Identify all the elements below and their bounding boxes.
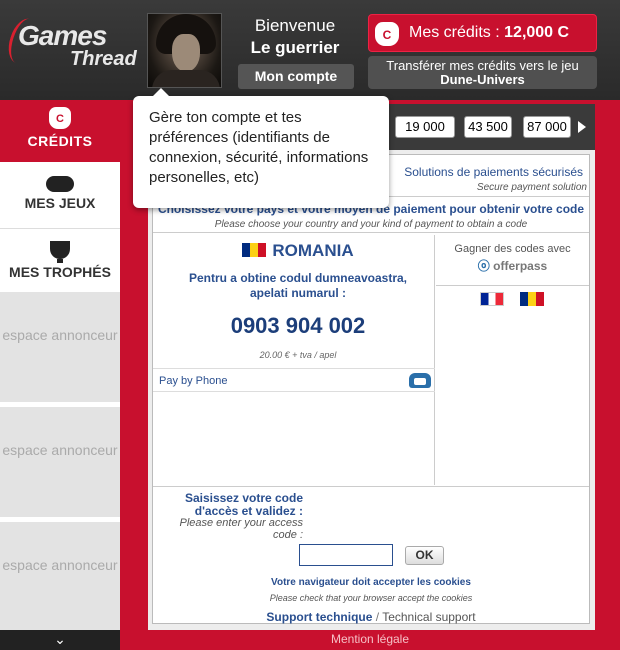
logo-line2: Thread (70, 48, 137, 70)
offerpass-logo: ⓞ offerpass (436, 257, 589, 274)
sidebar-item-games[interactable]: MES JEUX (0, 164, 120, 226)
romania-flag-icon[interactable] (520, 292, 544, 306)
country-name: ROMANIA (272, 241, 354, 260)
support-separator: / (372, 610, 383, 624)
telephone-icon (409, 373, 431, 388)
cookies-notice-fr: Votre navigateur doit accepter les cooki… (271, 577, 471, 588)
access-code-input[interactable] (299, 544, 393, 566)
phone-number: 0903 904 002 (230, 313, 366, 338)
code-entry-section: Saisissez votre code d'accès et validez … (153, 486, 589, 624)
main-content: Solutions de paiements sécurisés Secure … (148, 150, 595, 630)
trophy-icon (50, 241, 70, 263)
credits-bag-icon: C (49, 107, 71, 129)
secure-subtitle: Secure payment solution (476, 182, 587, 193)
avatar-body (152, 70, 220, 87)
country-flags (480, 292, 544, 311)
username: Le guerrier (250, 38, 340, 57)
gamepad-icon (46, 176, 74, 192)
offerpass-mark-icon: ⓞ (477, 259, 490, 273)
sidebar-item-credits[interactable]: C CRÉDITS (0, 100, 120, 162)
offerpass-brand: offerpass (493, 259, 548, 273)
header: Games Thread Bienvenue Le guerrier Mon c… (0, 0, 620, 100)
code-label-fr: Saisissez votre code d'accès et validez … (184, 491, 303, 518)
credits-label: Mes crédits : (409, 24, 505, 41)
choose-subtitle: Please choose your country and your kind… (214, 219, 528, 230)
sidebar-credits-label: CRÉDITS (27, 133, 93, 149)
arrow-right-icon[interactable] (578, 121, 586, 133)
france-flag-icon[interactable] (480, 292, 504, 306)
pay-by-phone-label: Pay by Phone (159, 375, 228, 387)
ad-space[interactable]: espace annonceur (0, 522, 120, 630)
avatar-face (172, 34, 200, 72)
credits-amount: 12,000 C (504, 24, 570, 41)
welcome-text: Bienvenue (254, 16, 336, 35)
code-label-en: Please enter your access code : (179, 517, 303, 541)
avatar[interactable] (147, 13, 222, 88)
offerpass-column: Gagner des codes avec ⓞ offerpass (436, 235, 589, 485)
payment-details: ROMANIA Pentru a obtine codul dumneavoas… (153, 235, 435, 485)
call-price: 20.00 € + tva / apel (259, 350, 337, 360)
transfer-game-name: Dune-Univers (440, 72, 525, 87)
amount-option[interactable]: 87 000 (523, 116, 571, 138)
sidebar: C CRÉDITS MES JEUX MES TROPHÉS espace an… (0, 100, 120, 650)
support-links: Support technique / Technical support (153, 610, 589, 624)
my-account-button[interactable]: Mon compte (238, 64, 354, 89)
ok-button[interactable]: OK (405, 546, 444, 565)
transfer-label: Transférer mes crédits vers le jeu (386, 58, 579, 73)
romania-flag-icon (242, 243, 267, 257)
ad-space[interactable]: espace annonceur (0, 407, 120, 517)
country-title: ROMANIA (153, 241, 443, 261)
sidebar-trophies-label: MES TROPHÉS (9, 264, 111, 280)
account-tooltip: Gère ton compte et tes préférences (iden… (133, 88, 389, 208)
games-thread-logo[interactable]: Games Thread (3, 15, 137, 76)
offerpass-label: Gagner des codes avec (454, 243, 571, 255)
chevron-down-icon[interactable]: ⌄ (0, 630, 120, 650)
technical-support-link[interactable]: Technical support (382, 610, 475, 624)
ad-space[interactable]: espace annonceur (0, 292, 120, 402)
credits-text: Mes crédits : 12,000 C (409, 24, 569, 42)
amount-option[interactable]: 43 500 (464, 116, 512, 138)
transfer-credits-button[interactable]: Transférer mes crédits vers le jeu Dune-… (368, 56, 597, 89)
my-credits-button[interactable]: C Mes crédits : 12,000 C (368, 14, 597, 52)
sidebar-games-label: MES JEUX (24, 195, 96, 211)
secure-title: Solutions de paiements sécurisés (404, 165, 583, 179)
credits-bag-icon: C (375, 22, 399, 46)
pay-by-phone-bar[interactable]: Pay by Phone (153, 368, 435, 392)
offerpass-box[interactable]: Gagner des codes avec ⓞ offerpass (436, 235, 589, 286)
sidebar-item-trophies[interactable]: MES TROPHÉS (0, 228, 120, 290)
legal-mention-link[interactable]: Mention légale (120, 632, 620, 646)
payment-panel: Solutions de paiements sécurisés Secure … (152, 154, 590, 624)
support-link[interactable]: Support technique (266, 610, 372, 624)
cookies-notice-en: Please check that your browser accept th… (269, 593, 473, 603)
call-instruction: Pentru a obtine codul dumneavoastra, ape… (188, 271, 408, 300)
amount-option[interactable]: 19 000 (395, 116, 455, 138)
